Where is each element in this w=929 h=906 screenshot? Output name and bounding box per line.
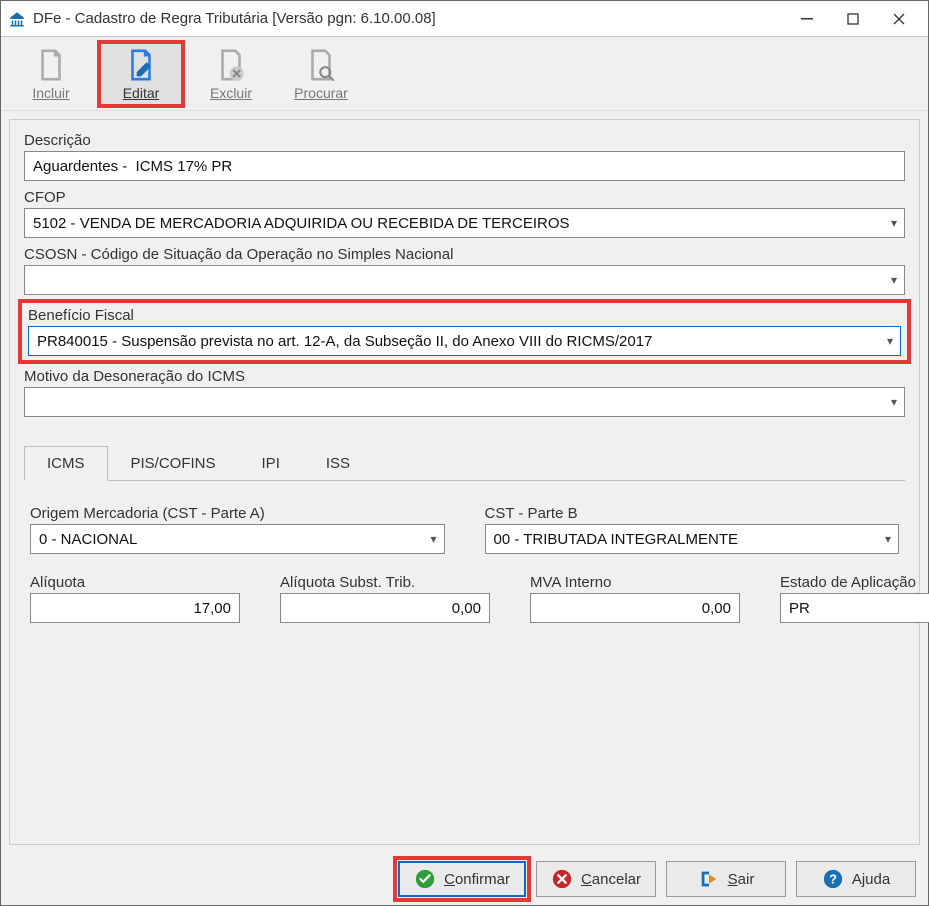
form-panel: Descrição CFOP ▾ CSOSN - Código de Situa…	[9, 119, 920, 845]
cstb-group: CST - Parte B ▾	[485, 505, 900, 554]
incluir-button[interactable]: Incluir	[9, 42, 93, 106]
document-new-icon	[33, 47, 69, 83]
exit-icon	[698, 868, 720, 890]
tab-piscofins[interactable]: PIS/COFINS	[108, 446, 239, 481]
editar-label: Editar	[123, 85, 160, 101]
aliquota-input[interactable]	[30, 593, 240, 623]
descricao-group: Descrição	[24, 132, 905, 181]
descricao-label: Descrição	[24, 132, 905, 149]
tab-row: ICMS PIS/COFINS IPI ISS	[24, 445, 905, 481]
aliquota-st-input[interactable]	[280, 593, 490, 623]
close-button[interactable]	[876, 4, 922, 34]
ajuda-label: Ajuda	[852, 871, 890, 888]
minimize-button[interactable]	[784, 4, 830, 34]
motivo-select[interactable]	[24, 387, 905, 417]
sair-button[interactable]: Sair	[666, 861, 786, 897]
mva-label: MVA Interno	[530, 574, 740, 591]
cancel-circle-icon	[551, 868, 573, 890]
cfop-select[interactable]	[24, 208, 905, 238]
tab-iss[interactable]: ISS	[303, 446, 373, 481]
ajuda-button[interactable]: ? Ajuda	[796, 861, 916, 897]
toolbar: Incluir Editar Excluir Procurar	[1, 37, 928, 111]
cancelar-button[interactable]: Cancelar	[536, 861, 656, 897]
document-delete-icon	[213, 47, 249, 83]
maximize-button[interactable]	[830, 4, 876, 34]
cstb-select[interactable]	[485, 524, 900, 554]
document-edit-icon	[123, 47, 159, 83]
excluir-button[interactable]: Excluir	[189, 42, 273, 106]
editar-button[interactable]: Editar	[99, 42, 183, 106]
mva-group: MVA Interno	[530, 574, 740, 623]
aliquota-group: Alíquota	[30, 574, 240, 623]
csosn-group: CSOSN - Código de Situação da Operação n…	[24, 246, 905, 295]
footer-bar: Confirmar Cancelar Sair ? Ajuda	[1, 853, 928, 905]
app-icon	[7, 9, 27, 29]
cancelar-label: Cancelar	[581, 871, 641, 888]
procurar-button[interactable]: Procurar	[279, 42, 363, 106]
cfop-group: CFOP ▾	[24, 189, 905, 238]
title-bar: DFe - Cadastro de Regra Tributária [Vers…	[1, 1, 928, 37]
beneficio-select[interactable]	[28, 326, 901, 356]
aliquota-label: Alíquota	[30, 574, 240, 591]
incluir-label: Incluir	[32, 85, 69, 101]
csosn-label: CSOSN - Código de Situação da Operação n…	[24, 246, 905, 263]
tab-body-icms: Origem Mercadoria (CST - Parte A) ▾ CST …	[24, 481, 905, 649]
cfop-label: CFOP	[24, 189, 905, 206]
beneficio-label: Benefício Fiscal	[28, 307, 901, 324]
app-window: DFe - Cadastro de Regra Tributária [Vers…	[0, 0, 929, 906]
aliquota-st-label: Alíquota Subst. Trib.	[280, 574, 490, 591]
estado-select[interactable]	[780, 593, 929, 623]
beneficio-group: Benefício Fiscal ▾	[18, 299, 911, 364]
origem-select[interactable]	[30, 524, 445, 554]
aliquota-st-group: Alíquota Subst. Trib.	[280, 574, 490, 623]
motivo-label: Motivo da Desoneração do ICMS	[24, 368, 905, 385]
procurar-label: Procurar	[294, 85, 348, 101]
check-circle-icon	[414, 868, 436, 890]
cstb-label: CST - Parte B	[485, 505, 900, 522]
svg-text:?: ?	[829, 872, 837, 887]
sair-label: Sair	[728, 871, 755, 888]
window-title: DFe - Cadastro de Regra Tributária [Vers…	[33, 10, 784, 27]
estado-group: Estado de Aplicação ▾	[780, 574, 929, 623]
descricao-input[interactable]	[24, 151, 905, 181]
tab-icms[interactable]: ICMS	[24, 446, 108, 481]
confirmar-button[interactable]: Confirmar	[398, 861, 526, 897]
motivo-group: Motivo da Desoneração do ICMS ▾	[24, 368, 905, 417]
mva-input[interactable]	[530, 593, 740, 623]
origem-group: Origem Mercadoria (CST - Parte A) ▾	[30, 505, 445, 554]
help-circle-icon: ?	[822, 868, 844, 890]
tab-ipi[interactable]: IPI	[239, 446, 303, 481]
confirmar-label: Confirmar	[444, 871, 510, 888]
tax-tabs: ICMS PIS/COFINS IPI ISS Origem Mercadori…	[24, 445, 905, 649]
excluir-label: Excluir	[210, 85, 252, 101]
document-search-icon	[303, 47, 339, 83]
csosn-select[interactable]	[24, 265, 905, 295]
estado-label: Estado de Aplicação	[780, 574, 929, 591]
origem-label: Origem Mercadoria (CST - Parte A)	[30, 505, 445, 522]
